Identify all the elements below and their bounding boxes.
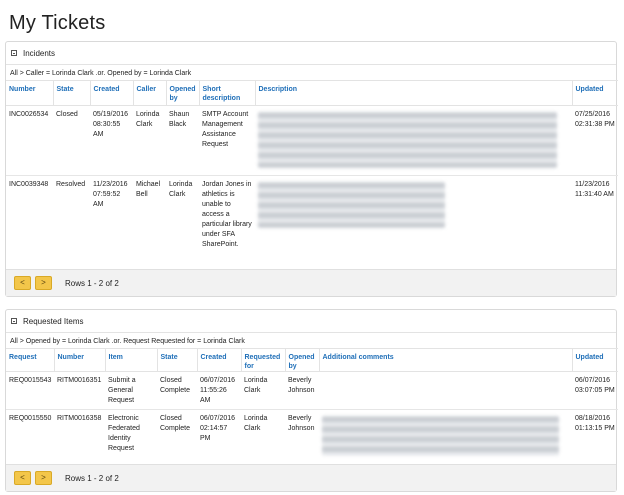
collapse-icon[interactable] [11,50,17,56]
cell-description [255,105,572,176]
table-header-row: Number State Created Caller Opened by Sh… [6,80,618,106]
requested-items-table: Request Number Item State Created Reques… [6,348,618,461]
cell-additional-comments [319,409,572,461]
table-row[interactable]: REQ0015543 RITM0016351 Submit a General … [6,371,618,410]
column-header-state[interactable]: State [156,348,197,372]
column-header-updated[interactable]: Updated [571,80,618,106]
cell-created: 06/07/2016 11:55:26 AM [197,371,241,410]
cell-state: Resolved [53,175,90,268]
blurred-description [258,112,557,168]
rows-count: Rows 1 - 2 of 2 [65,278,119,288]
table-header-row: Request Number Item State Created Reques… [6,348,618,372]
cell-opened-by: Beverly Johnson [285,371,319,410]
cell-state: Closed Complete [157,371,197,410]
cell-caller: Michael Bell [133,175,166,268]
column-header-created[interactable]: Created [89,80,133,106]
blurred-comments [322,416,560,456]
cell-state: Closed Complete [157,409,197,461]
column-header-created[interactable]: Created [196,348,241,372]
incidents-filter-breadcrumb[interactable]: All > Caller = Lorinda Clark .or. Opened… [6,64,616,80]
incidents-pager: < > Rows 1 - 2 of 2 [6,269,616,296]
cell-requested-for: Lorinda Clark [241,409,285,461]
column-header-opened-by[interactable]: Opened by [165,80,199,106]
requested-items-pager: < > Rows 1 - 2 of 2 [6,464,616,491]
column-header-number[interactable]: Number [53,348,105,372]
column-header-state[interactable]: State [52,80,90,106]
cell-request[interactable]: REQ0015550 [6,409,54,461]
blurred-description [258,182,445,228]
column-header-requested-for[interactable]: Requested for [240,348,285,372]
requested-items-panel-header[interactable]: Requested Items [6,310,616,332]
table-row[interactable]: INC0039348 Resolved 11/23/2016 07:59:52 … [6,175,618,268]
incidents-panel-header[interactable]: Incidents [6,42,616,64]
requested-items-panel-title: Requested Items [23,316,84,326]
cell-request[interactable]: REQ0015543 [6,371,54,410]
cell-number[interactable]: INC0026534 [6,105,53,176]
column-header-item[interactable]: Item [104,348,157,372]
next-page-button[interactable]: > [35,471,52,485]
next-page-button[interactable]: > [35,276,52,290]
cell-created: 06/07/2016 02:14:57 PM [197,409,241,461]
cell-created: 05/19/2016 08:30:55 AM [90,105,133,176]
column-header-request[interactable]: Request [6,348,54,372]
column-header-short-description[interactable]: Short description [198,80,255,106]
cell-updated: 07/25/2016 02:31:38 PM [572,105,618,176]
cell-opened-by: Beverly Johnson [285,409,319,461]
requested-items-filter-breadcrumb[interactable]: All > Opened by = Lorinda Clark .or. Req… [6,332,616,348]
column-header-additional-comments[interactable]: Additional comments [318,348,572,372]
cell-updated: 11/23/2016 11:31:40 AM [572,175,618,268]
column-header-number[interactable]: Number [6,80,53,106]
cell-created: 11/23/2016 07:59:52 AM [90,175,133,268]
page-title: My Tickets [9,12,106,34]
cell-number[interactable]: RITM0016351 [54,371,105,410]
cell-short-description: Jordan Jones in athletics is unable to a… [199,175,255,268]
rows-count: Rows 1 - 2 of 2 [65,473,119,483]
prev-page-button[interactable]: < [14,471,31,485]
collapse-icon[interactable] [11,318,17,324]
cell-short-description: SMTP Account Management Assistance Reque… [199,105,255,176]
cell-number[interactable]: INC0039348 [6,175,53,268]
cell-state: Closed [53,105,90,176]
table-row[interactable]: REQ0015550 RITM0016358 Electronic Federa… [6,409,618,461]
incidents-panel-title: Incidents [23,48,56,58]
cell-updated: 08/18/2016 01:13:15 PM [572,409,618,461]
column-header-description[interactable]: Description [254,80,572,106]
cell-opened-by: Shaun Black [166,105,199,176]
cell-updated: 06/07/2016 03:07:05 PM [572,371,618,410]
cell-number[interactable]: RITM0016358 [54,409,105,461]
cell-item: Electronic Federated Identity Request [105,409,157,461]
cell-requested-for: Lorinda Clark [241,371,285,410]
incidents-panel: Incidents All > Caller = Lorinda Clark .… [5,41,618,297]
column-header-updated[interactable]: Updated [571,348,618,372]
incidents-table: Number State Created Caller Opened by Sh… [6,80,618,268]
requested-items-panel: Requested Items All > Opened by = Lorind… [5,309,618,492]
cell-additional-comments [319,371,572,410]
cell-caller: Lorinda Clark [133,105,166,176]
column-header-caller[interactable]: Caller [132,80,166,106]
column-header-opened-by[interactable]: Opened by [284,348,319,372]
cell-description [255,175,572,268]
prev-page-button[interactable]: < [14,276,31,290]
table-row[interactable]: INC0026534 Closed 05/19/2016 08:30:55 AM… [6,105,618,176]
cell-item: Submit a General Request [105,371,157,410]
cell-opened-by: Lorinda Clark [166,175,199,268]
